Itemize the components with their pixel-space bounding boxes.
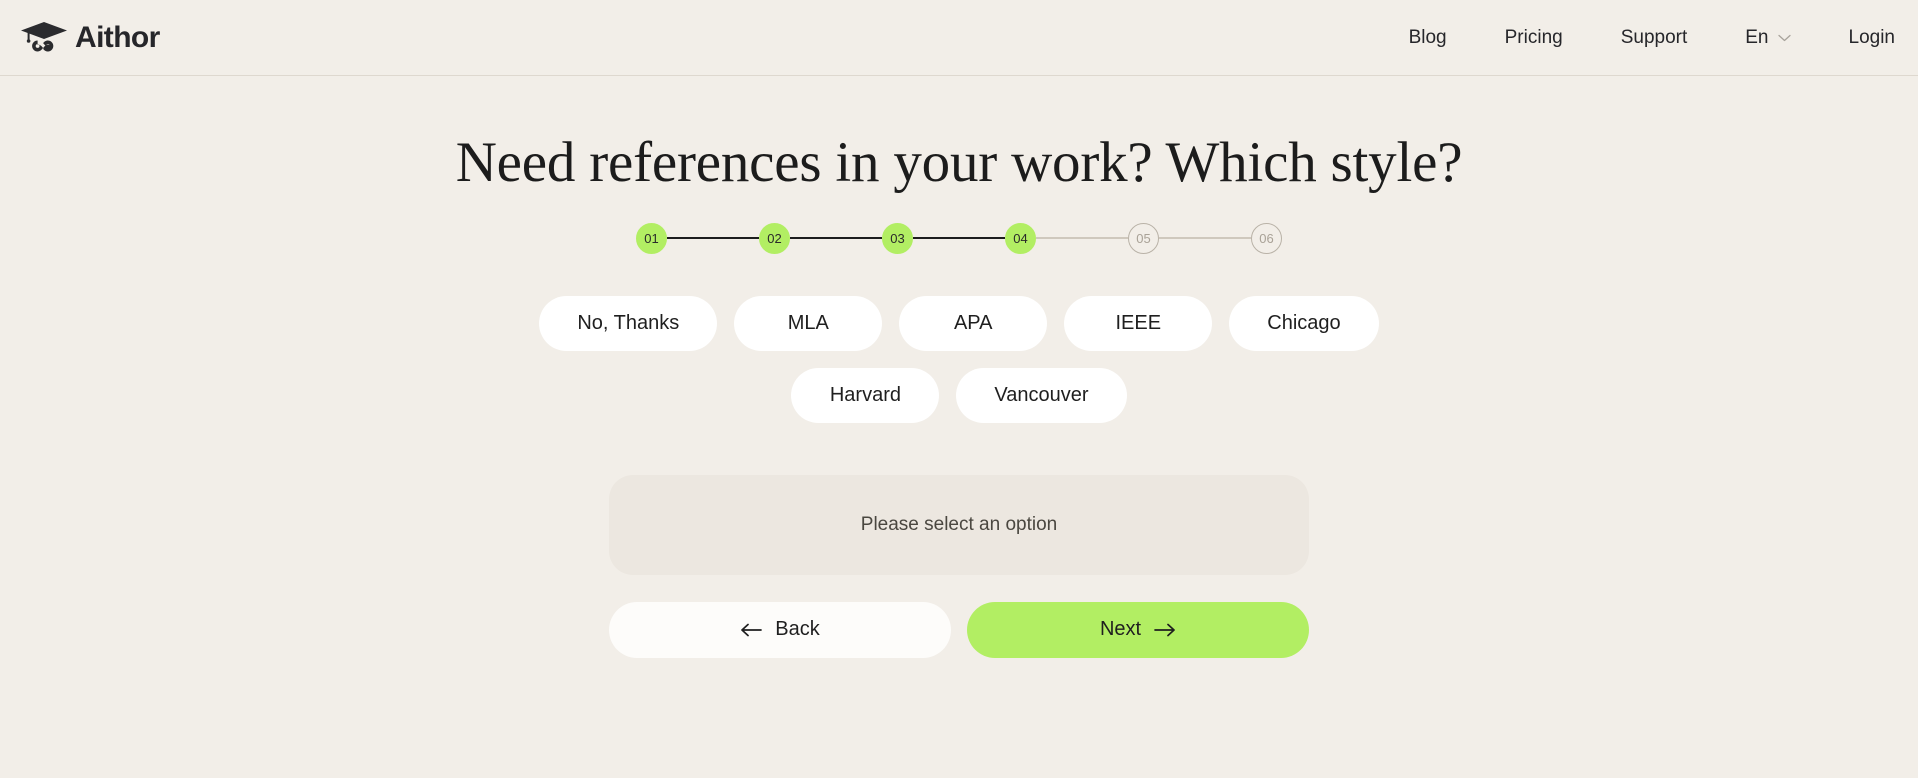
step-connector-3	[913, 237, 1005, 240]
step-03-label: 03	[890, 230, 905, 246]
nav-link-blog[interactable]: Blog	[1409, 20, 1447, 55]
arrow-left-icon	[741, 623, 763, 637]
option-vancouver[interactable]: Vancouver	[956, 367, 1127, 423]
language-label: En	[1745, 27, 1769, 48]
back-button[interactable]: Back	[609, 601, 951, 658]
next-button-label: Next	[1099, 618, 1142, 641]
nav-link-support[interactable]: Support	[1621, 20, 1688, 55]
login-button[interactable]: Login	[1849, 20, 1896, 55]
brand-name: Aithor	[75, 20, 160, 54]
step-01-label: 01	[644, 230, 659, 246]
selection-notice: Please select an option	[609, 474, 1309, 575]
step-05-label: 05	[1136, 230, 1151, 246]
progress-stepper: 01 02 03 04 05 06	[636, 222, 1282, 254]
step-05[interactable]: 05	[1128, 222, 1159, 254]
option-harvard[interactable]: Harvard	[791, 367, 940, 423]
step-06[interactable]: 06	[1251, 222, 1282, 254]
page-title: Need references in your work? Which styl…	[455, 131, 1463, 194]
option-mla[interactable]: MLA	[734, 295, 883, 351]
language-selector[interactable]: En	[1745, 27, 1791, 48]
step-02[interactable]: 02	[759, 222, 790, 254]
brand-logo[interactable]: Aithor	[20, 20, 160, 56]
arrow-right-icon	[1154, 623, 1175, 637]
back-button-label: Back	[775, 618, 820, 641]
option-apa[interactable]: APA	[899, 295, 1048, 351]
chevron-down-icon	[1777, 34, 1791, 41]
main-navigation: Blog Pricing Support En Login	[1409, 20, 1895, 55]
next-button[interactable]: Next	[967, 601, 1309, 658]
step-connector-5	[1159, 237, 1251, 240]
step-02-label: 02	[767, 230, 782, 246]
step-connector-2	[790, 237, 882, 240]
wizard-actions: Back Next	[609, 601, 1309, 658]
step-04[interactable]: 04	[1005, 222, 1036, 254]
step-connector-1	[667, 237, 759, 240]
graduation-cap-infinity-logo	[21, 21, 67, 51]
step-01[interactable]: 01	[636, 222, 667, 254]
step-03[interactable]: 03	[882, 222, 913, 254]
site-header: Aithor Blog Pricing Support En Login	[0, 0, 1918, 76]
step-04-label: 04	[1013, 230, 1028, 246]
onboarding-main: Need references in your work? Which styl…	[0, 76, 1918, 658]
nav-link-pricing[interactable]: Pricing	[1505, 20, 1563, 55]
option-chicago[interactable]: Chicago	[1229, 295, 1379, 351]
option-ieee[interactable]: IEEE	[1064, 295, 1213, 351]
selection-notice-text: Please select an option	[860, 513, 1058, 535]
step-06-label: 06	[1259, 230, 1274, 246]
reference-style-options: No, Thanks MLA APA IEEE Chicago Harvard …	[539, 295, 1379, 423]
option-no-thanks[interactable]: No, Thanks	[539, 295, 718, 351]
step-connector-4	[1036, 237, 1128, 240]
